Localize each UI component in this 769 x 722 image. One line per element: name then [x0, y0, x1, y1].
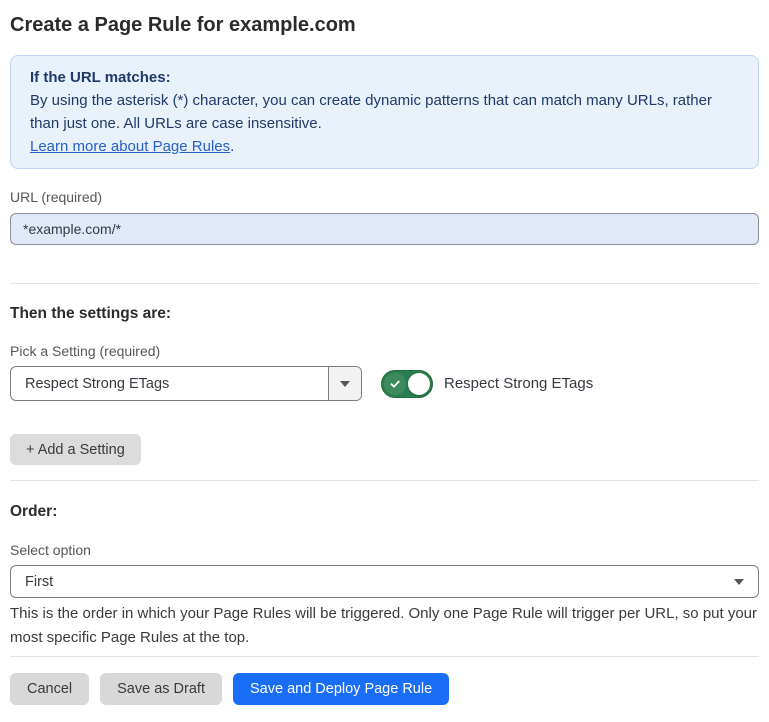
footer-divider: [10, 656, 759, 657]
order-dropdown-value: First: [25, 574, 53, 590]
settings-section-heading: Then the settings are:: [10, 304, 759, 323]
create-page-rule-form: Create a Page Rule for example.com If th…: [0, 12, 769, 722]
setting-dropdown[interactable]: Respect Strong ETags: [10, 366, 362, 401]
footer-actions: Cancel Save as Draft Save and Deploy Pag…: [10, 673, 759, 722]
info-box-body: By using the asterisk (*) character, you…: [30, 89, 739, 135]
url-match-info-box: If the URL matches: By using the asteris…: [10, 55, 759, 169]
respect-strong-etags-toggle[interactable]: [381, 370, 433, 398]
page-title: Create a Page Rule for example.com: [10, 12, 759, 38]
save-as-draft-button[interactable]: Save as Draft: [100, 673, 222, 705]
check-icon: [384, 373, 406, 395]
url-input[interactable]: [10, 213, 759, 245]
learn-more-link[interactable]: Learn more about Page Rules: [30, 138, 230, 155]
link-suffix: .: [230, 138, 234, 155]
setting-dropdown-value: Respect Strong ETags: [11, 367, 328, 400]
section-divider: [10, 283, 759, 284]
toggle-label: Respect Strong ETags: [444, 375, 593, 392]
url-field-label: URL (required): [10, 189, 759, 206]
chevron-down-icon: [734, 579, 744, 585]
chevron-down-icon: [340, 381, 350, 387]
cancel-button[interactable]: Cancel: [10, 673, 89, 705]
order-help-text: This is the order in which your Page Rul…: [10, 602, 759, 650]
order-select-label: Select option: [10, 542, 759, 559]
pick-setting-label: Pick a Setting (required): [10, 343, 759, 360]
order-dropdown[interactable]: First: [10, 565, 759, 598]
info-box-link-line: Learn more about Page Rules.: [30, 135, 739, 158]
info-box-heading: If the URL matches:: [30, 66, 739, 89]
order-section-heading: Order:: [10, 502, 759, 522]
setting-row: Respect Strong ETags Respect Strong ETag…: [10, 366, 759, 401]
save-and-deploy-button[interactable]: Save and Deploy Page Rule: [233, 673, 449, 705]
setting-dropdown-arrow-button[interactable]: [328, 367, 361, 400]
section-divider: [10, 480, 759, 481]
toggle-knob: [408, 373, 430, 395]
add-setting-button[interactable]: + Add a Setting: [10, 434, 141, 465]
